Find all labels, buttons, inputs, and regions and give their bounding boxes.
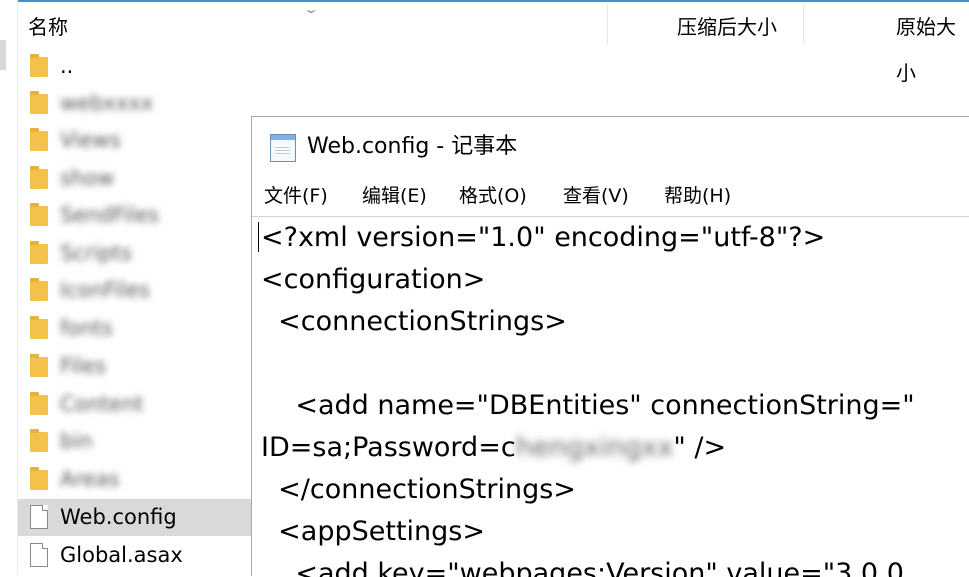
folder-icon [30, 128, 48, 151]
folder-icon [30, 278, 48, 301]
menu-help[interactable]: 帮助(H) [664, 177, 731, 215]
code-text: ID=sa;Password=c [261, 432, 516, 463]
item-name: webxxxx [60, 91, 154, 115]
folder-icon [30, 392, 48, 415]
item-name: show [60, 166, 115, 190]
menu-view[interactable]: 查看(V) [563, 177, 629, 215]
folder-icon [30, 467, 48, 490]
item-name: Files [60, 354, 107, 378]
folder-icon [30, 166, 48, 189]
list-item[interactable]: Scripts [18, 235, 258, 272]
menu-edit[interactable]: 编辑(E) [362, 177, 427, 215]
column-header-name[interactable]: 名称 [28, 4, 68, 50]
folder-icon [30, 54, 48, 77]
item-name: IconFiles [60, 278, 150, 302]
folder-icon [30, 429, 48, 452]
menu-format[interactable]: 格式(O) [459, 177, 527, 215]
list-item[interactable]: fonts [18, 310, 258, 347]
scroll-indicator[interactable] [0, 40, 6, 70]
menu-bar: 文件(F) 编辑(E) 格式(O) 查看(V) 帮助(H) [252, 177, 969, 215]
column-divider[interactable] [803, 4, 804, 44]
code-line: </connectionStrings> [261, 474, 576, 505]
item-name: SendFiles [60, 203, 159, 227]
list-item[interactable]: webxxxx [18, 85, 258, 122]
file-icon [30, 505, 48, 529]
list-item[interactable]: Views [18, 122, 258, 159]
folder-icon [30, 203, 48, 226]
item-name: Areas [60, 467, 120, 491]
list-item[interactable]: Areas [18, 461, 258, 498]
code-line: <appSettings> [261, 516, 485, 547]
folder-icon [30, 91, 48, 114]
folder-icon [30, 241, 48, 264]
window-accent-line [0, 0, 969, 2]
code-line: ID=sa;Password=chengxingxx" /> [261, 427, 726, 469]
folder-icon [30, 316, 48, 339]
list-item[interactable]: bin [18, 423, 258, 460]
redacted-password: hengxingxx [515, 432, 674, 463]
item-name: Scripts [60, 241, 132, 265]
item-name: Content [60, 392, 144, 416]
list-item[interactable]: SendFiles [18, 197, 258, 234]
item-name: bin [60, 429, 93, 453]
list-item[interactable]: Global.asax [18, 537, 258, 574]
item-name: fonts [60, 316, 113, 340]
sort-chevron-icon: ⌄ [302, 2, 320, 16]
menu-file[interactable]: 文件(F) [264, 177, 328, 215]
folder-icon [30, 354, 48, 377]
list-item[interactable]: Content [18, 386, 258, 423]
list-item-selected[interactable]: Web.config [18, 499, 258, 536]
file-icon [30, 543, 48, 567]
code-line: <?xml version="1.0" encoding="utf-8"?> [261, 222, 826, 253]
code-line: <add key="webpages:Version" value="3.0.0 [261, 558, 904, 577]
item-name: Views [60, 128, 121, 152]
item-name: .. [60, 54, 74, 78]
column-divider[interactable] [607, 4, 608, 44]
list-item[interactable]: IconFiles [18, 272, 258, 309]
list-item[interactable]: .. [18, 48, 258, 85]
column-header-compressed-size[interactable]: 压缩后大小 [677, 4, 777, 50]
window-title: Web.config - 记事本 [307, 134, 518, 159]
item-name: Web.config [60, 505, 177, 529]
code-line: <configuration> [261, 264, 486, 295]
list-item[interactable]: show [18, 160, 258, 197]
notepad-title-bar[interactable]: Web.config - 记事本 [252, 117, 969, 177]
text-cursor [258, 222, 259, 252]
code-line: <add name="DBEntities" connectionString=… [261, 390, 915, 421]
notepad-window[interactable]: Web.config - 记事本 文件(F) 编辑(E) 格式(O) 查看(V)… [251, 116, 969, 577]
text-editor-area[interactable]: <?xml version="1.0" encoding="utf-8"?> <… [252, 216, 969, 577]
column-header-original-size[interactable]: 原始大小 [896, 4, 969, 85]
code-text: " /> [673, 432, 727, 463]
list-item[interactable]: Files [18, 348, 258, 385]
left-pane-strip [0, 0, 18, 575]
code-line: <connectionStrings> [261, 306, 567, 337]
notepad-icon [270, 134, 296, 162]
item-name: Global.asax [60, 543, 183, 567]
